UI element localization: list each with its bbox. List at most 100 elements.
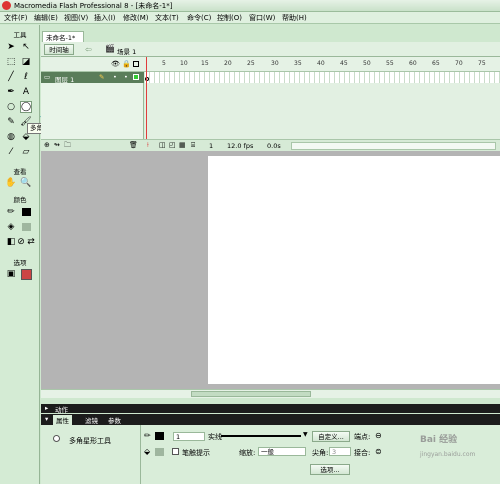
stroke-swatch-icon[interactable] bbox=[20, 206, 32, 218]
menu-text[interactable]: 文本(T) bbox=[155, 13, 179, 23]
ruler-tick: 40 bbox=[317, 60, 325, 67]
stroke-hint-label: 笔触提示 bbox=[182, 449, 210, 457]
onion-outline-icon[interactable]: ◰ bbox=[169, 141, 176, 149]
tab-parameters[interactable]: 参数 bbox=[108, 415, 121, 425]
insert-layer-icon[interactable]: ⊕ bbox=[44, 141, 50, 149]
custom-stroke-button[interactable]: 自定义... bbox=[312, 431, 350, 442]
ruler-tick: 75 bbox=[478, 60, 486, 67]
ruler-tick: 25 bbox=[247, 60, 255, 67]
menu-insert[interactable]: 插入(I) bbox=[94, 13, 116, 23]
actions-panel-header[interactable]: ▸ 动作 bbox=[41, 404, 500, 414]
scene-icon: 🎬 bbox=[105, 44, 115, 53]
menu-modify[interactable]: 修改(M) bbox=[123, 13, 149, 23]
polystar-tool-icon[interactable]: ◯ bbox=[20, 101, 32, 113]
stage-workspace bbox=[41, 151, 500, 395]
stroke-color-icon[interactable]: ✏ bbox=[5, 206, 17, 218]
flash-app-icon bbox=[2, 1, 11, 10]
onion-skin-icon[interactable]: ◫ bbox=[159, 141, 166, 149]
stroke-style-dropdown[interactable] bbox=[221, 435, 301, 437]
layer-color-swatch[interactable] bbox=[133, 74, 139, 80]
onion-markers-icon[interactable]: ⌸ bbox=[191, 141, 195, 150]
join-icon[interactable]: ⊜ bbox=[375, 447, 382, 456]
fill-color-icon[interactable]: ◈ bbox=[5, 221, 17, 233]
snap-option-icon[interactable] bbox=[20, 268, 32, 280]
menu-bar: 文件(F) 编辑(E) 视图(V) 插入(I) 修改(M) 文本(T) 命令(C… bbox=[0, 12, 500, 24]
stroke-style-label: 实线 bbox=[208, 433, 222, 441]
frame-area bbox=[145, 72, 500, 147]
center-frame-icon[interactable]: ⍿ bbox=[147, 141, 149, 150]
stroke-pencil-icon: ✏ bbox=[144, 431, 151, 440]
motion-guide-icon[interactable]: ↬ bbox=[54, 141, 60, 149]
line-tool-icon[interactable]: ╱ bbox=[5, 71, 17, 83]
document-tab[interactable]: 未命名-1* bbox=[42, 31, 84, 42]
ruler-tick: 70 bbox=[455, 60, 463, 67]
edit-multiple-icon[interactable]: ▦ bbox=[179, 141, 186, 149]
pencil-tool-icon[interactable]: ✎ bbox=[5, 116, 17, 128]
options-button[interactable]: 选项... bbox=[310, 464, 350, 475]
oval-tool-icon[interactable]: ○ bbox=[5, 101, 17, 113]
fill-transform-icon[interactable]: ◪ bbox=[20, 56, 32, 68]
chevron-down-icon[interactable]: ▼ bbox=[303, 431, 308, 438]
miter-label: 尖角: bbox=[312, 449, 329, 457]
back-arrow-icon[interactable]: ⇦ bbox=[85, 45, 92, 54]
swap-colors-icon[interactable]: ⇄ bbox=[25, 236, 37, 248]
pencil-icon: ✎ bbox=[99, 73, 105, 81]
tab-filters[interactable]: 滤镜 bbox=[85, 415, 98, 425]
cap-icon[interactable]: ⊖ bbox=[375, 431, 382, 440]
timeline-toggle-button[interactable]: 时间轴 bbox=[44, 44, 74, 55]
stroke-color-swatch[interactable] bbox=[155, 432, 164, 440]
menu-file[interactable]: 文件(F) bbox=[4, 13, 28, 23]
visibility-dot[interactable]: • bbox=[113, 73, 117, 81]
timeline-panel: 👁 🔒 5 10 15 20 25 30 35 40 45 50 55 60 6… bbox=[41, 57, 500, 151]
lock-dot[interactable]: • bbox=[124, 73, 128, 81]
menu-edit[interactable]: 编辑(E) bbox=[34, 13, 58, 23]
miter-field[interactable]: 3 bbox=[329, 447, 351, 456]
stroke-size-field[interactable]: 1 bbox=[173, 432, 205, 441]
menu-control[interactable]: 控制(O) bbox=[217, 13, 242, 23]
fill-color-swatch[interactable] bbox=[155, 448, 164, 456]
eye-icon[interactable]: 👁 bbox=[111, 60, 120, 68]
lasso-tool-icon[interactable]: ℓ bbox=[20, 71, 32, 83]
ink-bottle-icon[interactable]: ◍ bbox=[5, 131, 17, 143]
ruler-tick: 45 bbox=[340, 60, 348, 67]
object-drawing-icon[interactable]: ▣ bbox=[5, 268, 17, 280]
timeline-hscroll[interactable] bbox=[291, 142, 496, 150]
menu-window[interactable]: 窗口(W) bbox=[249, 13, 275, 23]
color-header: 颜色 bbox=[13, 196, 27, 204]
scale-label: 缩放: bbox=[239, 449, 256, 457]
layer-row[interactable]: ▭ 图层 1 ✎ • • bbox=[41, 72, 144, 84]
watermark: Bai 经验 jingyan.baidu.com bbox=[420, 432, 495, 472]
playhead[interactable] bbox=[146, 57, 147, 151]
join-label: 接合: bbox=[354, 449, 371, 457]
menu-help[interactable]: 帮助(H) bbox=[282, 13, 307, 23]
menu-commands[interactable]: 命令(C) bbox=[187, 13, 211, 23]
eraser-tool-icon[interactable]: ▱ bbox=[20, 146, 32, 158]
trash-icon[interactable]: 🗑 bbox=[129, 141, 138, 149]
frame-row[interactable] bbox=[145, 72, 500, 83]
stage-scroll-thumb[interactable] bbox=[191, 391, 311, 397]
zoom-tool-icon[interactable]: 🔍 bbox=[20, 177, 32, 189]
stage-canvas[interactable] bbox=[208, 156, 500, 384]
text-tool-icon[interactable]: A bbox=[20, 86, 32, 98]
free-transform-icon[interactable]: ⬚ bbox=[5, 56, 17, 68]
outline-icon[interactable] bbox=[133, 61, 139, 67]
eyedropper-icon[interactable]: ⁄ bbox=[5, 146, 17, 158]
actions-label: 动作 bbox=[55, 406, 68, 414]
stroke-hint-checkbox[interactable] bbox=[172, 448, 179, 455]
fill-swatch-icon[interactable] bbox=[20, 221, 32, 233]
ruler-tick: 65 bbox=[432, 60, 440, 67]
selection-tool-icon[interactable]: ➤ bbox=[5, 41, 17, 53]
watermark-line1: Bai 经验 bbox=[420, 435, 458, 445]
lock-icon[interactable]: 🔒 bbox=[122, 60, 131, 68]
hand-tool-icon[interactable]: ✋ bbox=[5, 177, 17, 189]
menu-view[interactable]: 视图(V) bbox=[64, 13, 88, 23]
pen-tool-icon[interactable]: ✒ bbox=[5, 86, 17, 98]
layer-icon: ▭ bbox=[44, 73, 51, 81]
tab-properties[interactable]: 属性 bbox=[53, 415, 72, 425]
ruler-tick: 10 bbox=[180, 60, 188, 67]
stage-hscroll[interactable] bbox=[41, 389, 500, 398]
collapse-arrow-icon: ▾ bbox=[45, 415, 49, 423]
scale-select[interactable]: 一般 bbox=[258, 447, 306, 456]
ruler-tick: 20 bbox=[224, 60, 232, 67]
subselect-tool-icon[interactable]: ↖ bbox=[20, 41, 32, 53]
